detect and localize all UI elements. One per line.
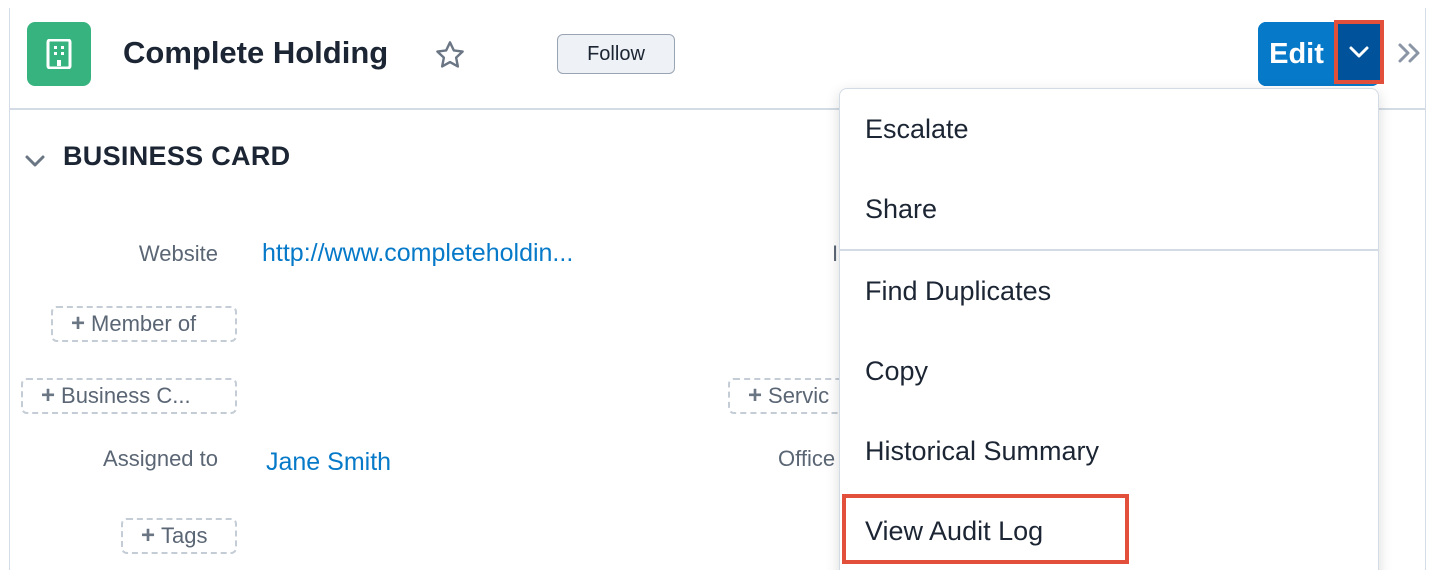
record-view: Complete Holding Follow Edit BUSINESS CA… — [9, 8, 1426, 570]
actions-dropdown-toggle[interactable] — [1334, 20, 1384, 84]
add-service-button[interactable]: + Servic — [728, 378, 848, 414]
assigned-to-link[interactable]: Jane Smith — [266, 448, 391, 477]
add-business-center-button[interactable]: + Business C... — [21, 378, 237, 414]
menu-item-historical-summary[interactable]: Historical Summary — [840, 411, 1378, 491]
building-icon — [27, 22, 91, 86]
add-service-label: Servic — [768, 383, 830, 408]
add-tags-button[interactable]: + Tags — [121, 518, 237, 554]
star-icon[interactable] — [432, 37, 468, 73]
panel-toggle-chevron-down-icon[interactable] — [22, 148, 48, 174]
follow-button[interactable]: Follow — [557, 34, 675, 74]
website-link[interactable]: http://www.completeholdin... — [262, 239, 573, 268]
record-title: Complete Holding — [123, 35, 389, 70]
menu-item-copy[interactable]: Copy — [840, 331, 1378, 411]
assigned-to-label: Assigned to — [103, 446, 218, 471]
add-tags-label: Tags — [161, 523, 208, 548]
plus-icon: + — [748, 382, 763, 409]
plus-icon: + — [41, 382, 56, 409]
truncated-field-label: I — [832, 241, 839, 266]
panel-title: BUSINESS CARD — [63, 141, 291, 171]
office-label: Office — [778, 446, 836, 471]
website-label: Website — [138, 241, 218, 266]
plus-icon: + — [141, 522, 156, 549]
edit-button[interactable]: Edit — [1258, 22, 1335, 86]
menu-item-find-duplicates[interactable]: Find Duplicates — [840, 251, 1378, 331]
menu-item-share[interactable]: Share — [840, 169, 1378, 249]
actions-dropdown-menu: Escalate Share Find Duplicates Copy Hist… — [839, 88, 1379, 570]
chevron-down-icon — [1349, 46, 1369, 58]
add-member-of-button[interactable]: + Member of — [51, 306, 237, 342]
double-chevron-right-icon[interactable] — [1394, 38, 1424, 68]
menu-item-escalate[interactable]: Escalate — [840, 89, 1378, 169]
menu-item-view-audit-log[interactable]: View Audit Log — [840, 491, 1378, 570]
plus-icon: + — [71, 310, 86, 337]
add-business-center-label: Business C... — [61, 383, 191, 408]
add-member-of-label: Member of — [91, 311, 197, 336]
